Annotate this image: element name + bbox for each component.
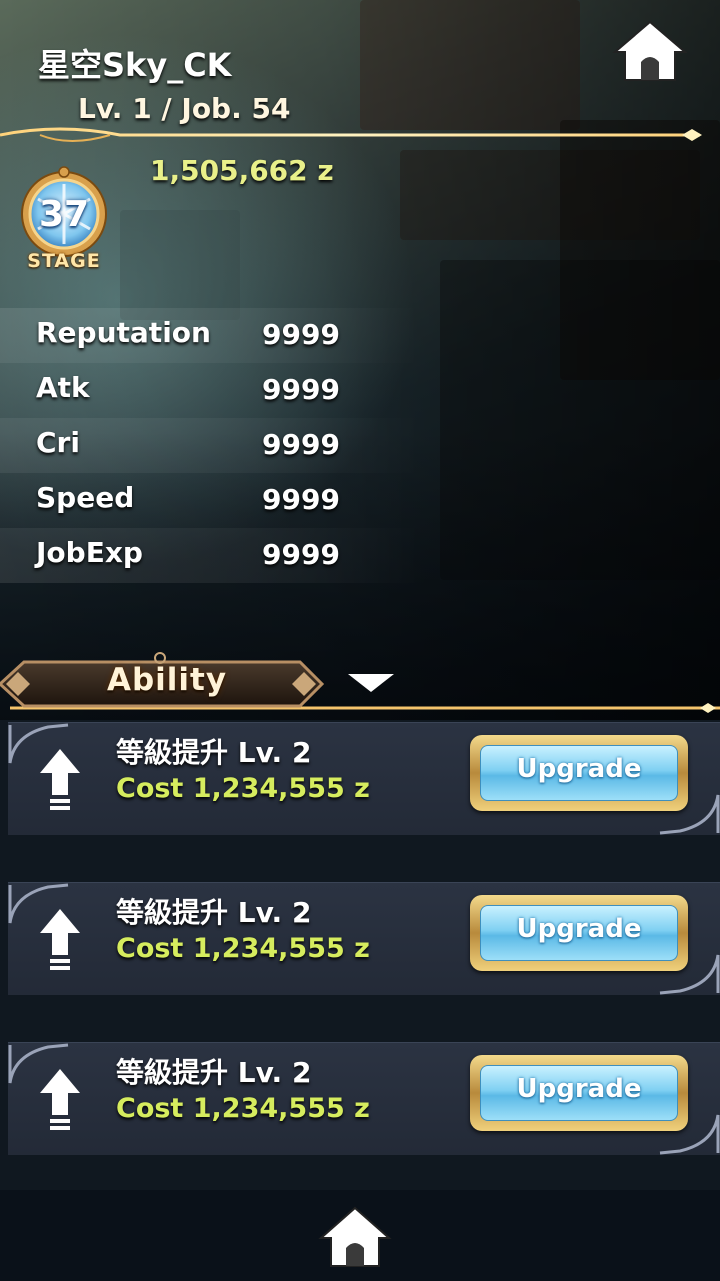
upgrade-button[interactable]: Upgrade — [470, 895, 688, 971]
stats-panel: Reputation 9999 Atk 9999 Cri 9999 Speed … — [0, 308, 420, 583]
stat-label: JobExp — [36, 536, 143, 569]
stat-label: Reputation — [36, 316, 211, 349]
stat-value: 9999 — [262, 373, 340, 406]
gold-divider — [0, 127, 702, 142]
home-icon[interactable] — [318, 1204, 392, 1270]
upgrade-cost: Cost 1,234,555 z — [116, 933, 370, 964]
upgrade-cost: Cost 1,234,555 z — [116, 773, 370, 804]
upgrade-button-label: Upgrade — [516, 1074, 642, 1104]
stat-row-speed: Speed 9999 — [0, 473, 420, 528]
home-icon[interactable] — [612, 18, 688, 84]
upgrade-list: 等級提升 Lv. 2 Cost 1,234,555 z Upgrade 等級提升… — [0, 720, 720, 1190]
stat-value: 9999 — [262, 428, 340, 461]
stat-row-jobexp: JobExp 9999 — [0, 528, 420, 583]
arrow-up-icon — [40, 1069, 80, 1130]
upgrade-button[interactable]: Upgrade — [470, 735, 688, 811]
list-item: 等級提升 Lv. 2 Cost 1,234,555 z Upgrade — [8, 722, 720, 835]
stat-label: Cri — [36, 426, 80, 459]
upgrade-cost: Cost 1,234,555 z — [116, 1093, 370, 1124]
upgrade-button[interactable]: Upgrade — [470, 1055, 688, 1131]
upgrade-button-label: Upgrade — [516, 754, 642, 784]
arrow-up-icon — [40, 909, 80, 970]
stage-number: 37 — [38, 194, 90, 235]
stage-label: STAGE — [27, 250, 101, 272]
triangle-down-icon[interactable] — [344, 672, 398, 694]
stage-badge: 37 STAGE — [14, 166, 114, 276]
ability-tab-label: Ability — [106, 662, 228, 698]
stat-label: Speed — [36, 481, 135, 514]
upgrade-title: 等級提升 Lv. 2 — [116, 736, 312, 769]
arrow-up-icon — [40, 749, 80, 810]
stat-label: Atk — [36, 371, 90, 404]
zeny-amount: 1,505,662 z — [150, 154, 334, 187]
stat-row-atk: Atk 9999 — [0, 363, 420, 418]
stat-value: 9999 — [262, 318, 340, 351]
upgrade-button-label: Upgrade — [516, 914, 642, 944]
stat-row-cri: Cri 9999 — [0, 418, 420, 473]
stat-row-reputation: Reputation 9999 — [0, 308, 420, 363]
stat-value: 9999 — [262, 483, 340, 516]
list-item: 等級提升 Lv. 2 Cost 1,234,555 z Upgrade — [8, 882, 720, 995]
list-item: 等級提升 Lv. 2 Cost 1,234,555 z Upgrade — [8, 1042, 720, 1155]
upgrade-title: 等級提升 Lv. 2 — [116, 896, 312, 929]
upgrade-title: 等級提升 Lv. 2 — [116, 1056, 312, 1089]
player-name: 星空Sky_CK — [38, 46, 232, 84]
stat-value: 9999 — [262, 538, 340, 571]
